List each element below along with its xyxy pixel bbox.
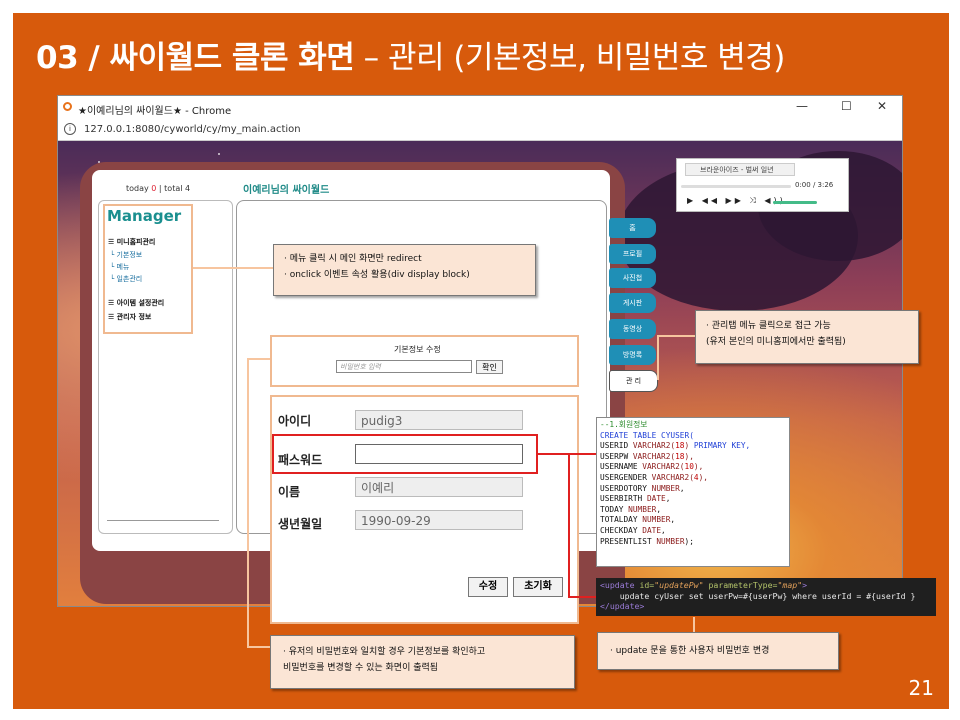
tab-board[interactable]: 게시판 <box>609 293 656 313</box>
divider <box>107 520 219 521</box>
password-check-input[interactable]: 비밀번호 입력 <box>336 360 472 373</box>
menu-callout: · 메뉴 클릭 시 메인 화면만 redirect · onclick 이벤트 … <box>273 244 536 296</box>
connector-line <box>657 335 659 380</box>
red-connector <box>568 596 596 598</box>
page-number: 21 <box>908 676 934 700</box>
callout-text: · onclick 이벤트 속성 활용(div display block) <box>284 270 470 280</box>
callout-text: · 관리탭 메뉴 클릭으로 접근 가능 <box>706 321 831 331</box>
play-time: 0:00 / 3:26 <box>795 181 834 189</box>
connector-line <box>247 358 249 648</box>
edit-button[interactable]: 수정 <box>468 577 508 597</box>
verify-callout: · 유저의 비밀번호와 일치할 경우 기본정보를 확인하고 비밀번호를 변경할 … <box>270 635 575 689</box>
music-player: 브라운아이즈 - 벌써 일년 0:00 / 3:26 ▶ ◀◀ ▶▶ ⤨ ◀)) <box>676 158 849 212</box>
callout-text: (유저 본인의 미니홈피에서만 출력됨) <box>706 337 846 347</box>
visitor-counter: today 0 | total 4 <box>126 184 191 193</box>
star <box>218 153 220 155</box>
volume-slider[interactable] <box>773 201 817 204</box>
admin-callout: · 관리탭 메뉴 클릭으로 접근 가능 (유저 본인의 미니홈피에서만 출력됨) <box>695 310 919 364</box>
reset-button[interactable]: 초기화 <box>513 577 563 597</box>
update-callout: · update 문을 통한 사용자 비밀번호 변경 <box>597 632 839 670</box>
password-check-title: 기본정보 수정 <box>394 345 441 354</box>
minimize-button[interactable]: — <box>796 99 808 113</box>
song-title: 브라운아이즈 - 벌써 일년 <box>685 163 795 176</box>
close-button[interactable]: ✕ <box>877 99 887 113</box>
progress-bar[interactable] <box>681 185 791 188</box>
url-text[interactable]: 127.0.0.1:8080/cyworld/cy/my_main.action <box>84 124 301 135</box>
red-connector <box>568 453 570 598</box>
callout-text: · 메뉴 클릭 시 메인 화면만 redirect <box>284 254 422 264</box>
tab-home[interactable]: 홈 <box>609 218 656 238</box>
password-highlight <box>272 434 538 474</box>
title-bar: ★이예리님의 싸이월드★ - Chrome — ☐ ✕ <box>58 96 902 120</box>
connector-line <box>247 646 270 648</box>
birth-label: 생년월일 <box>278 517 323 531</box>
confirm-button[interactable]: 확인 <box>476 360 503 374</box>
tab-profile[interactable]: 프로필 <box>609 244 656 264</box>
red-connector <box>538 453 596 455</box>
window-title: ★이예리님의 싸이월드★ - Chrome <box>78 106 232 117</box>
name-label: 이름 <box>278 485 301 499</box>
chrome-favicon-icon <box>63 102 72 111</box>
connector-line <box>193 267 273 269</box>
id-field: pudig3 <box>355 410 523 430</box>
tab-photo[interactable]: 사진첩 <box>609 268 656 288</box>
connector-line <box>247 358 270 360</box>
homepage-title: 이예리님의 싸이월드 <box>243 185 330 196</box>
address-bar[interactable]: i 127.0.0.1:8080/cyworld/cy/my_main.acti… <box>58 120 902 141</box>
maximize-button[interactable]: ☐ <box>841 99 852 113</box>
player-controls[interactable]: ▶ ◀◀ ▶▶ ⤨ ◀)) <box>687 196 786 206</box>
slide-title: 03 / 싸이월드 클론 화면 – 관리 (기본정보, 비밀번호 변경) <box>36 40 785 76</box>
name-field: 이예리 <box>355 477 523 497</box>
id-label: 아이디 <box>278 414 312 428</box>
callout-text: 비밀번호를 변경할 수 있는 화면이 출력됨 <box>283 663 439 673</box>
tab-guestbook[interactable]: 방명록 <box>609 345 656 365</box>
callout-text: · update 문을 통한 사용자 비밀번호 변경 <box>610 646 770 656</box>
mybatis-update-code: <update id="updatePw" parameterType="map… <box>596 578 936 616</box>
site-info-icon[interactable]: i <box>64 123 76 135</box>
sql-create-table: --1.회원정보 CREATE TABLE CYUSER( USERID VAR… <box>596 417 790 567</box>
connector-line <box>657 335 697 337</box>
tab-video[interactable]: 동영상 <box>609 319 656 339</box>
sidebar-highlight <box>103 204 193 334</box>
callout-text: · 유저의 비밀번호와 일치할 경우 기본정보를 확인하고 <box>283 647 486 657</box>
birth-field: 1990-09-29 <box>355 510 523 530</box>
tab-admin[interactable]: 관 리 <box>609 370 658 392</box>
